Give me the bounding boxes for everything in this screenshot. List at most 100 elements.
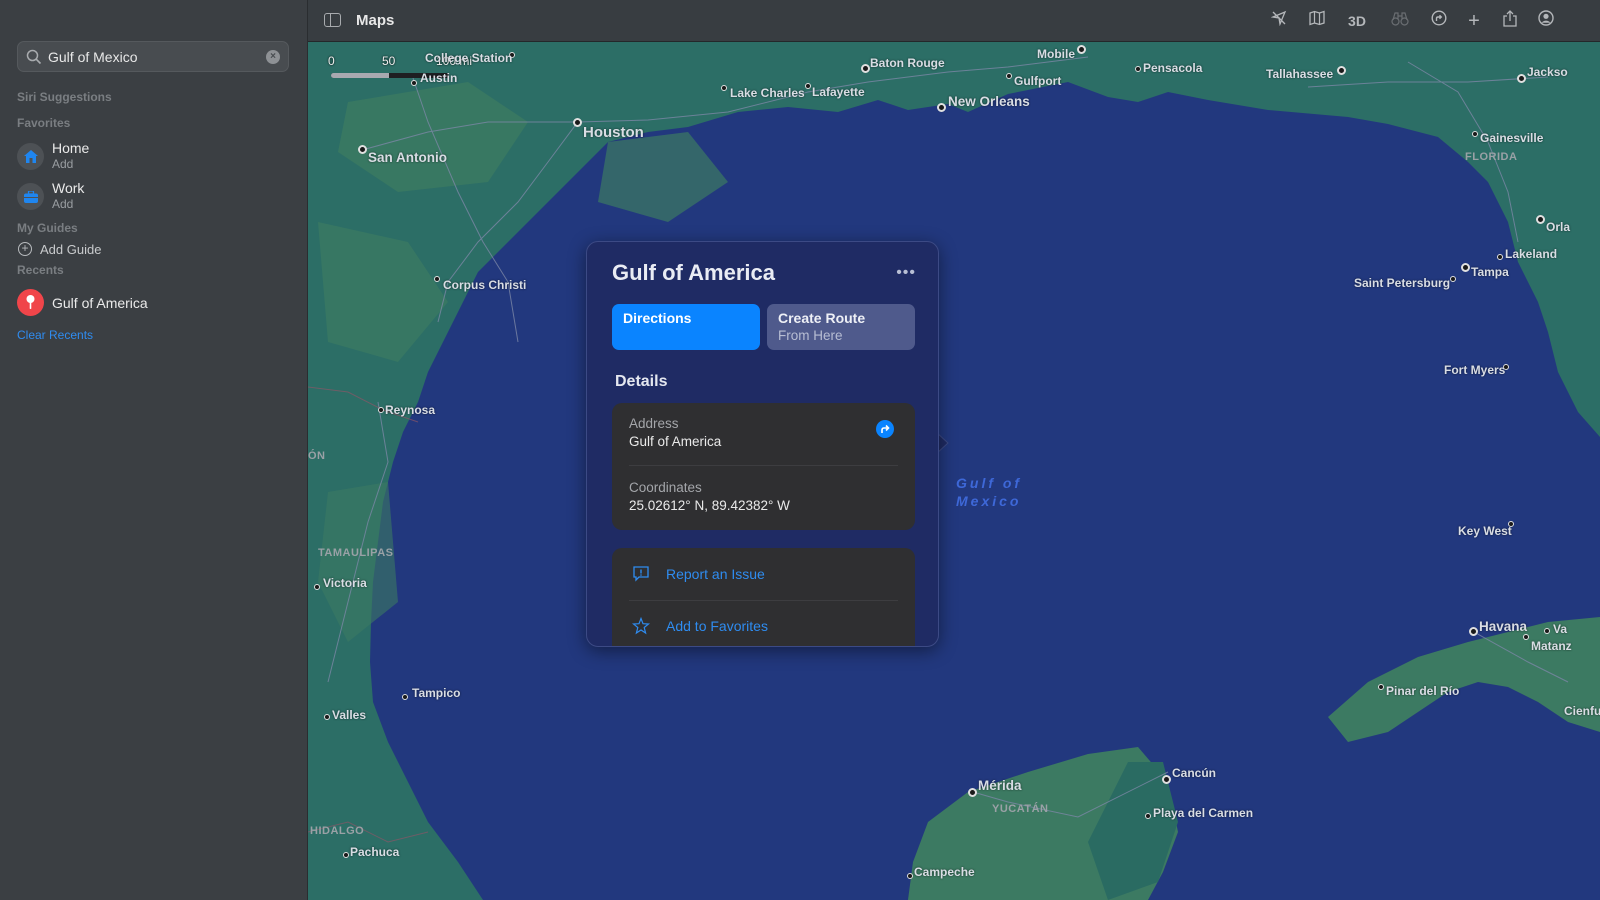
city-marker[interactable] xyxy=(314,584,320,590)
city-marker[interactable] xyxy=(907,873,913,879)
map-view[interactable]: 0 50 100 mi Gulf of Mexico College Stati… xyxy=(308,42,1600,900)
city-label[interactable]: New Orleans xyxy=(948,94,1030,109)
city-marker[interactable] xyxy=(1469,627,1478,636)
city-label[interactable]: Campeche xyxy=(914,865,975,879)
add-guide-button[interactable]: + Add Guide xyxy=(17,241,217,259)
directions-icon[interactable] xyxy=(1428,10,1450,32)
place-title: Gulf of America xyxy=(612,260,775,285)
report-issue-button[interactable]: Report an Issue xyxy=(612,554,915,594)
more-options-icon[interactable]: ••• xyxy=(896,264,916,282)
city-label[interactable]: Havana xyxy=(1479,619,1527,634)
account-icon[interactable] xyxy=(1535,10,1557,32)
city-marker[interactable] xyxy=(937,103,946,112)
city-marker[interactable] xyxy=(805,83,811,89)
city-label[interactable]: Gulfport xyxy=(1014,74,1061,88)
city-label[interactable]: Valles xyxy=(332,708,366,722)
city-label[interactable]: Reynosa xyxy=(385,403,435,417)
city-label[interactable]: Orla xyxy=(1546,220,1570,234)
city-marker[interactable] xyxy=(402,694,408,700)
city-label[interactable]: Va xyxy=(1553,622,1567,636)
city-marker[interactable] xyxy=(1461,263,1470,272)
city-label[interactable]: Playa del Carmen xyxy=(1153,806,1253,820)
create-route-button[interactable]: Create Route From Here xyxy=(767,304,915,350)
city-marker[interactable] xyxy=(324,714,330,720)
recent-item[interactable]: Gulf of America xyxy=(17,289,287,317)
city-label[interactable]: Matanz xyxy=(1531,639,1572,653)
favorites-heading: Favorites xyxy=(17,116,71,130)
briefcase-icon xyxy=(17,183,44,210)
city-marker[interactable] xyxy=(1378,684,1384,690)
city-marker[interactable] xyxy=(378,407,384,413)
city-label[interactable]: Tallahassee xyxy=(1266,67,1333,81)
add-icon[interactable]: + xyxy=(1463,10,1485,32)
sidebar-toggle-icon[interactable] xyxy=(324,13,341,27)
actions-panel: Report an Issue Add to Favorites xyxy=(612,548,915,646)
city-label[interactable]: Saint Petersburg xyxy=(1354,276,1450,290)
city-label[interactable]: Pinar del Río xyxy=(1386,684,1459,698)
share-address-icon[interactable] xyxy=(876,420,894,438)
city-marker[interactable] xyxy=(1145,813,1151,819)
city-marker[interactable] xyxy=(1497,254,1503,260)
city-marker[interactable] xyxy=(1077,45,1086,54)
city-marker[interactable] xyxy=(1162,775,1171,784)
city-marker[interactable] xyxy=(1536,215,1545,224)
favorite-home[interactable]: Home Add xyxy=(17,140,287,176)
sea-label-line: Mexico xyxy=(956,493,1022,509)
city-label[interactable]: Austin xyxy=(420,71,457,85)
city-marker[interactable] xyxy=(343,852,349,858)
3d-button[interactable]: 3D xyxy=(1340,10,1374,32)
add-to-favorites-button[interactable]: Add to Favorites xyxy=(612,606,915,646)
city-marker[interactable] xyxy=(358,145,367,154)
city-label[interactable]: Victoria xyxy=(323,576,367,590)
city-label[interactable]: Cienfu xyxy=(1564,704,1600,718)
details-panel: Address Gulf of America Coordinates 25.0… xyxy=(612,403,915,530)
city-label[interactable]: San Antonio xyxy=(368,150,447,165)
city-label[interactable]: Jackso xyxy=(1527,65,1568,79)
city-marker[interactable] xyxy=(968,788,977,797)
favorite-work[interactable]: Work Add xyxy=(17,180,287,216)
city-label[interactable]: Mobile xyxy=(1037,47,1075,61)
city-label[interactable]: Key West xyxy=(1458,524,1512,538)
city-marker[interactable] xyxy=(721,85,727,91)
city-marker[interactable] xyxy=(1472,131,1478,137)
city-label[interactable]: Gainesville xyxy=(1480,131,1543,145)
city-marker[interactable] xyxy=(573,118,582,127)
city-label[interactable]: Tampico xyxy=(412,686,460,700)
city-marker[interactable] xyxy=(411,80,417,86)
clear-search-button[interactable]: × xyxy=(266,50,280,64)
city-label[interactable]: Lakeland xyxy=(1505,247,1557,261)
clear-recents-link[interactable]: Clear Recents xyxy=(17,328,93,342)
siri-suggestions-heading: Siri Suggestions xyxy=(17,90,112,104)
city-marker[interactable] xyxy=(1006,73,1012,79)
details-heading: Details xyxy=(615,373,668,390)
city-marker[interactable] xyxy=(434,276,440,282)
city-marker[interactable] xyxy=(1517,74,1526,83)
share-icon[interactable] xyxy=(1499,10,1521,32)
city-marker[interactable] xyxy=(1523,634,1529,640)
city-label[interactable]: Baton Rouge xyxy=(870,56,945,70)
city-label[interactable]: Houston xyxy=(583,124,644,141)
directions-button[interactable]: Directions xyxy=(612,304,760,350)
place-card: Gulf of America ••• Directions Create Ro… xyxy=(586,241,939,647)
city-label[interactable]: Pachuca xyxy=(350,845,399,859)
map-icon[interactable] xyxy=(1306,10,1328,32)
city-label[interactable]: Pensacola xyxy=(1143,61,1202,75)
city-label[interactable]: Fort Myers xyxy=(1444,363,1505,377)
city-label[interactable]: Lake Charles xyxy=(730,86,805,100)
address-value: Gulf of America xyxy=(629,434,722,449)
search-icon xyxy=(26,49,42,65)
city-label[interactable]: Mérida xyxy=(978,778,1022,793)
city-marker[interactable] xyxy=(1450,276,1456,282)
city-marker[interactable] xyxy=(1135,66,1141,72)
city-label[interactable]: Corpus Christi xyxy=(443,278,526,292)
city-marker[interactable] xyxy=(1544,628,1550,634)
city-marker[interactable] xyxy=(1337,66,1346,75)
city-label[interactable]: Tampa xyxy=(1471,265,1509,279)
city-label[interactable]: Cancún xyxy=(1172,766,1216,780)
location-off-icon[interactable] xyxy=(1268,10,1290,32)
city-marker[interactable] xyxy=(861,64,870,73)
search-value[interactable]: Gulf of Mexico xyxy=(48,49,137,65)
city-label[interactable]: Lafayette xyxy=(812,85,865,99)
city-label[interactable]: College Station xyxy=(425,51,512,65)
search-input[interactable]: Gulf of Mexico × xyxy=(17,41,289,72)
